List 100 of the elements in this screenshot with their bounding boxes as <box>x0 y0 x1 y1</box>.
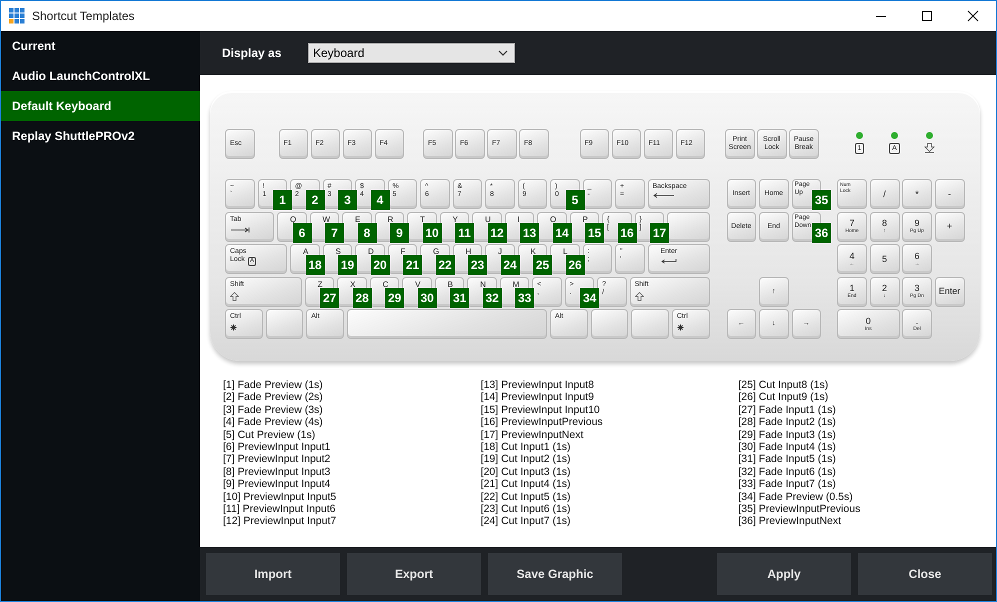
key-label: 0 <box>866 316 871 326</box>
shortcut-legend-entry: [23] Cut Input6 (1s) <box>480 503 571 516</box>
key-label: 5 <box>882 254 887 264</box>
key-label: . <box>916 316 918 326</box>
footer-button[interactable]: Close <box>858 553 992 595</box>
key-label: 1 <box>849 283 854 293</box>
shortcut-badge: 35 <box>812 190 831 210</box>
shortcut-legend-entry: [25] Cut Input8 (1s) <box>738 379 828 392</box>
key-label: Y <box>452 216 458 224</box>
key-label: X <box>350 280 356 288</box>
shift-arrow-icon <box>230 292 239 300</box>
shortcut-badge: 27 <box>320 288 340 308</box>
shortcut-legend-entry: [33] Fade Input7 (1s) <box>738 478 836 491</box>
key-label: D <box>368 248 374 256</box>
shortcut-badge: 24 <box>500 255 520 275</box>
key-label: E <box>355 216 360 224</box>
down-arrow-icon <box>924 143 935 153</box>
shortcut-legend-entry: [20] Cut Input3 (1s) <box>480 466 571 478</box>
shortcut-legend-entry: [28] Fade Input2 (1s) <box>738 416 836 429</box>
shortcut-badge: 28 <box>352 288 372 308</box>
display-dropdown[interactable]: Keyboard <box>308 43 515 63</box>
asterisk-icon <box>676 324 684 331</box>
sidebar-item[interactable]: Audio LaunchControlXL <box>1 61 200 91</box>
key-label: T <box>420 216 425 224</box>
key-label: * <box>915 189 919 199</box>
key-label: N <box>480 280 486 288</box>
shortcut-legend-entry: [17] PreviewInputNext <box>480 428 584 442</box>
shortcut-badge: 6 <box>292 222 312 242</box>
key-label: U <box>485 216 491 224</box>
shortcut-legend-entry: [19] Cut Input2 (1s) <box>480 453 571 466</box>
shortcut-badge: 19 <box>338 255 357 275</box>
key-label: - <box>948 189 951 199</box>
shortcut-legend-entry: [10] PreviewInput Input5 <box>223 490 336 504</box>
key-label: / <box>883 189 886 199</box>
key-label: Enter <box>938 286 960 296</box>
shortcut-legend-entry: [27] Fade Input1 (1s) <box>738 404 836 416</box>
shortcut-badge: 22 <box>436 255 454 275</box>
key-label: V <box>415 280 420 288</box>
shortcut-badge: 25 <box>533 255 552 275</box>
shortcut-legend-entry: [34] Fade Preview (0.5s) <box>738 490 853 504</box>
key-label: B <box>448 280 453 288</box>
shortcut-badge: 5 <box>566 190 584 210</box>
shortcut-badge: 32 <box>482 288 502 308</box>
asterisk-icon <box>230 324 237 331</box>
shortcut-legend-entry: [2] Fade Preview (2s) <box>223 391 323 404</box>
key-label: R <box>388 216 394 224</box>
return-arrow-icon <box>660 259 676 264</box>
shortcut-badge: 1 <box>273 190 292 210</box>
window-title: Shortcut Templates <box>32 9 134 23</box>
key-label: 7 <box>849 218 854 228</box>
footer-button[interactable]: Export <box>347 553 481 595</box>
key-label: S <box>336 248 341 256</box>
key-label: O <box>550 216 556 224</box>
shortcut-legend-entry: [8] PreviewInput Input3 <box>223 466 330 478</box>
key-label: 6 <box>914 250 920 260</box>
shortcut-badge: 15 <box>585 222 604 242</box>
key-label: J <box>498 248 502 256</box>
shortcut-badge: 13 <box>520 222 539 242</box>
shortcut-badge: 18 <box>306 255 324 275</box>
key-label: 4 <box>849 250 854 260</box>
key-label: H <box>466 248 472 256</box>
key-label: 3 <box>914 283 920 293</box>
sidebar-item[interactable]: Replay ShuttlePROv2 <box>1 121 200 151</box>
shortcut-legend-entry: [22] Cut Input5 (1s) <box>480 490 571 504</box>
shortcut-legend-entry: [30] Fade Input4 (1s) <box>738 441 836 454</box>
footer-button[interactable]: Save Graphic <box>488 553 622 595</box>
shortcut-badge: 2 <box>306 190 324 210</box>
shortcut-legend-entry: [32] Fade Input6 (1s) <box>738 466 836 478</box>
key-label: 2 <box>882 283 887 293</box>
key-label: L <box>563 248 568 256</box>
footer-button[interactable]: Import <box>206 553 340 595</box>
shortcut-badge: 17 <box>650 222 669 242</box>
shortcut-legend-entry: [11] PreviewInput Input6 <box>223 503 336 516</box>
sidebar-item[interactable]: Current <box>1 31 200 61</box>
shortcut-legend-entry: [35] PreviewInputPrevious <box>738 503 860 516</box>
shortcut-legend-entry: [31] Fade Input5 (1s) <box>738 453 836 466</box>
keyboard-key <box>667 212 710 242</box>
key-label: I <box>518 216 520 224</box>
shortcut-legend-entry: [21] Cut Input4 (1s) <box>480 478 571 491</box>
app-grid-icon <box>9 8 25 24</box>
shortcut-badge: 9 <box>390 222 409 242</box>
shift-arrow-icon <box>634 292 644 300</box>
footer-button[interactable]: Apply <box>717 553 851 595</box>
shortcut-legend-entry: [16] PreviewInputPrevious <box>480 416 603 429</box>
shortcut-legend-entry: [4] Fade Preview (4s) <box>223 416 323 429</box>
shortcut-legend-entry: [1] Fade Preview (1s) <box>223 379 323 392</box>
shortcut-legend-entry: [36] PreviewInputNext <box>738 515 842 528</box>
shortcut-legend-entry: [5] Cut Preview (1s) <box>223 428 316 442</box>
key-label: M <box>512 280 520 288</box>
keyboard-key <box>631 309 669 339</box>
key-label: K <box>530 248 536 256</box>
shortcut-legend-entry: [14] PreviewInput Input9 <box>480 391 594 404</box>
key-label: 9 <box>914 218 920 228</box>
sidebar-item[interactable]: Default Keyboard <box>1 91 200 121</box>
shortcut-legend-entry: [6] PreviewInput Input1 <box>223 441 330 454</box>
shortcut-badge: 23 <box>468 255 487 275</box>
keyboard-key <box>266 309 304 339</box>
shortcut-badge: 7 <box>325 222 344 242</box>
shortcut-badge: 34 <box>580 288 600 308</box>
shortcut-legend-entry: [9] PreviewInput Input4 <box>223 478 330 491</box>
